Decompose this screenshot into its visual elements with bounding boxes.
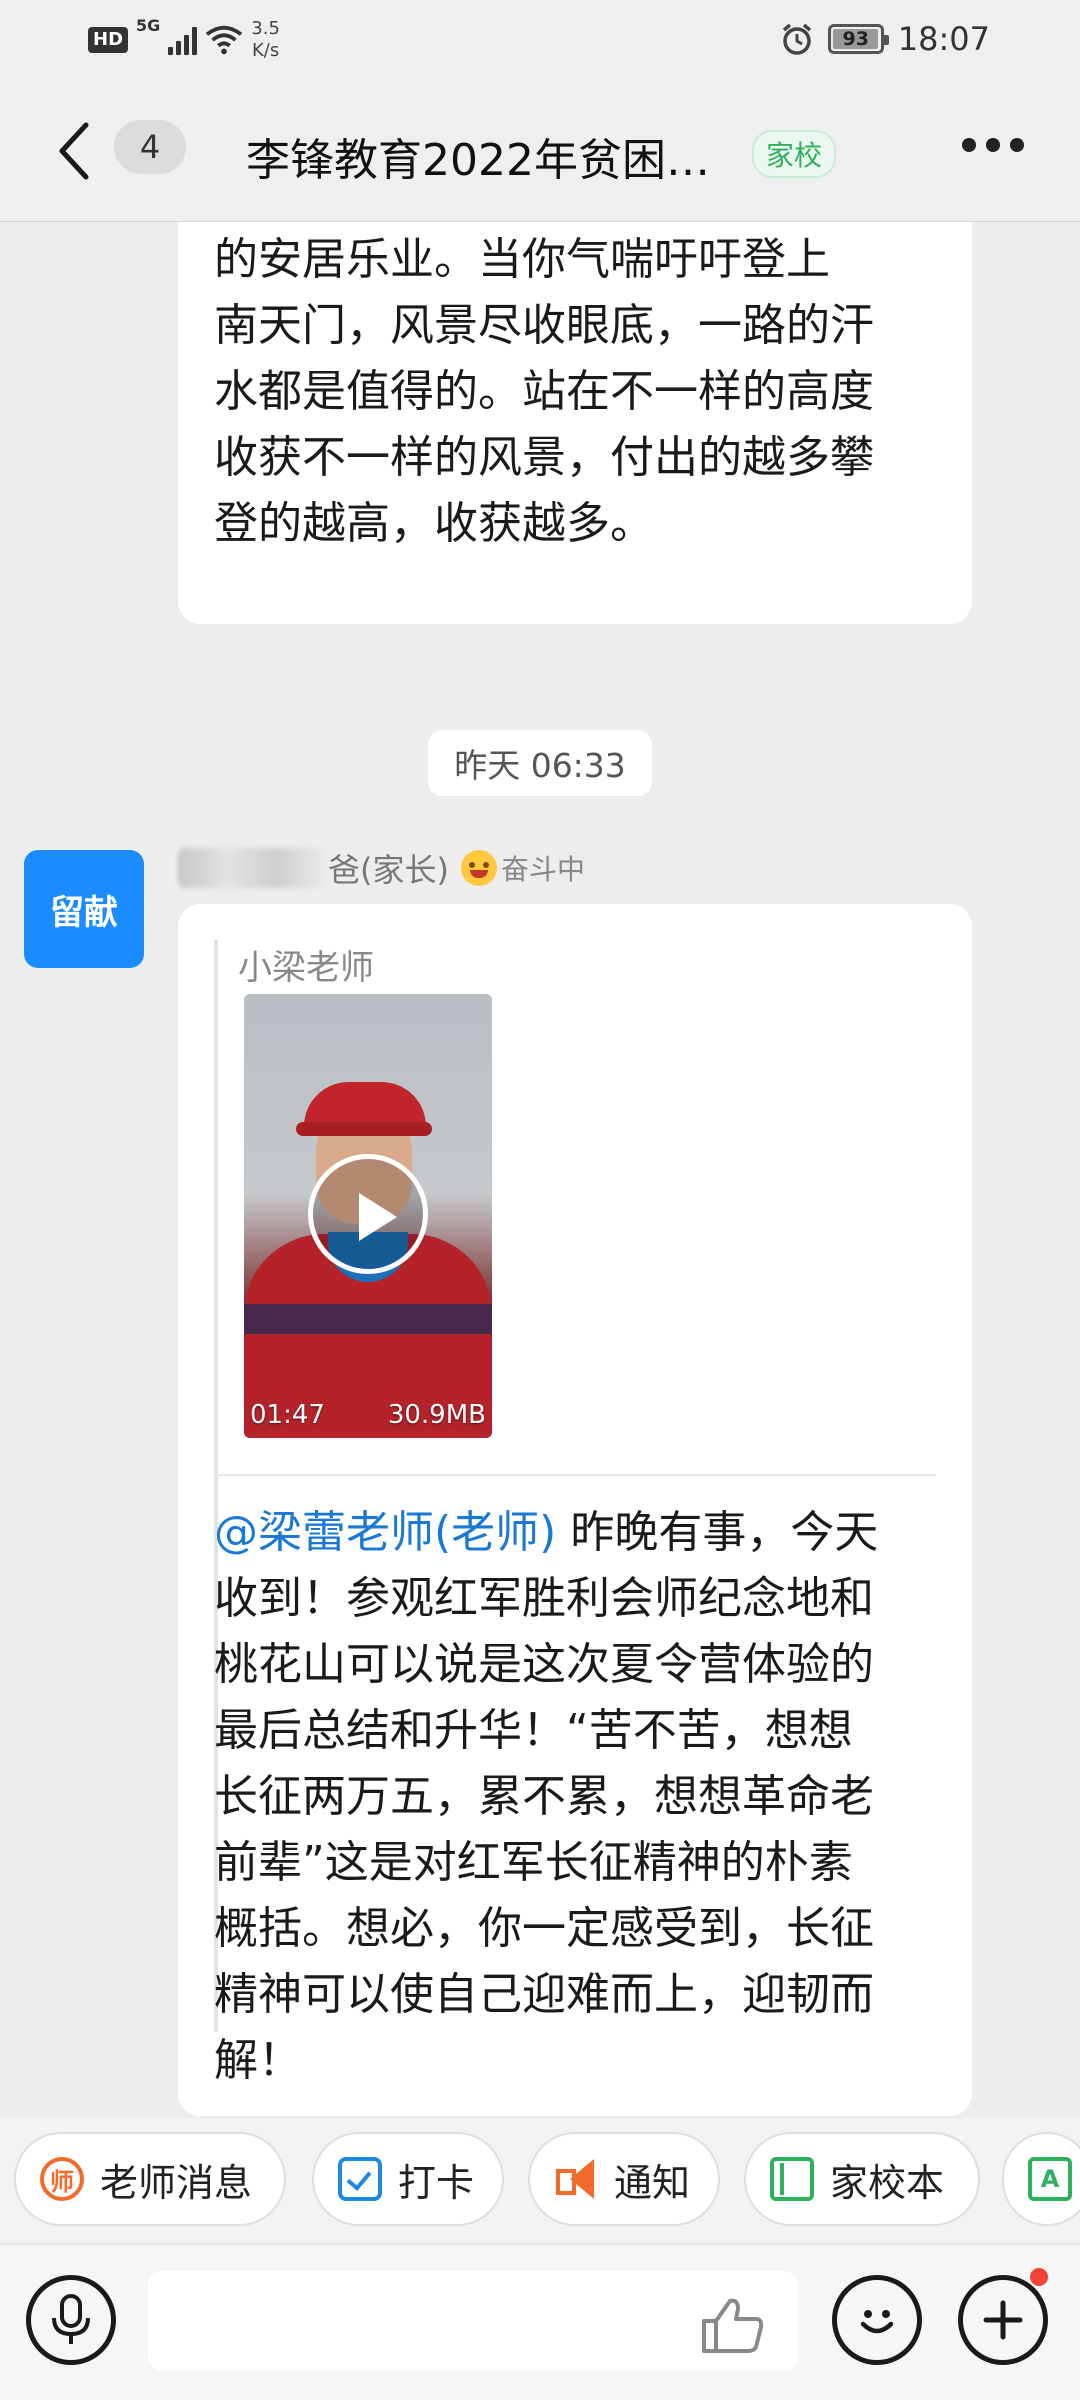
chip-label: 打卡	[398, 2160, 475, 2205]
teacher-messages-button[interactable]: 师 老师消息	[14, 2132, 286, 2226]
video-person-stripe	[244, 1304, 492, 1334]
speed-value: 3.5	[251, 18, 280, 39]
status-right: 93 18:07	[780, 20, 990, 58]
message-text: @梁蕾老师(老师) 昨晚有事，今天 收到！参观红军胜利会师纪念地和 桃花山可以说…	[214, 1500, 944, 2094]
message-bubble-reply[interactable]: 小梁老师 01:47 30.9MB @梁蕾老师(老师) 昨晚有事，今天 收到！参…	[178, 904, 972, 2116]
thumbs-up-icon[interactable]	[700, 2295, 766, 2355]
sender-status: 奋斗中	[500, 853, 585, 886]
back-button[interactable]	[48, 118, 98, 184]
more-options-button[interactable]	[962, 138, 1024, 152]
quote-divider	[214, 1474, 936, 1476]
hd-indicator: HD	[88, 27, 129, 53]
video-size: 30.9MB	[387, 1400, 486, 1430]
notebook-icon	[770, 2157, 814, 2201]
blurred-name	[178, 848, 326, 888]
network-type: 5G	[136, 16, 161, 35]
quick-actions-bar: 师 老师消息 打卡 通知 家校本 A	[0, 2118, 1080, 2242]
homework-book-button[interactable]: 家校本	[744, 2132, 980, 2226]
wifi-icon	[206, 25, 243, 55]
school-tag: 家校	[752, 130, 837, 178]
voice-button[interactable]	[26, 2275, 116, 2365]
dot-icon	[962, 138, 976, 152]
input-bar	[0, 2244, 1080, 2400]
video-duration: 01:47	[250, 1400, 325, 1430]
quote-author: 小梁老师	[238, 948, 374, 988]
dot-icon	[1010, 138, 1024, 152]
ai-text-button[interactable]: A	[1002, 2132, 1080, 2226]
message-bubble-previous[interactable]: 劳，抛头颅撒热血，才有后人今天 的安居乐业。当你气喘吁吁登上 南天门，风景尽收眼…	[178, 180, 972, 624]
notification-dot	[1030, 2268, 1048, 2286]
network-speed: 3.5 K/s	[251, 18, 280, 62]
chip-label: 家校本	[830, 2160, 945, 2205]
message-body: 昨晚有事，今天 收到！参观红军胜利会师纪念地和 桃花山可以说是这次夏令营体验的 …	[214, 1507, 879, 2086]
sender-name: 爸(家长)	[328, 851, 449, 889]
video-thumbnail[interactable]: 01:47 30.9MB	[244, 994, 492, 1438]
grinning-face-icon	[460, 850, 497, 886]
mention-link[interactable]: @梁蕾老师(老师)	[214, 1507, 556, 1558]
message-timestamp: 昨天 06:33	[428, 730, 652, 796]
battery-icon: 93	[827, 24, 889, 54]
message-text: 劳，抛头颅撒热血，才有后人今天 的安居乐业。当你气喘吁吁登上 南天门，风景尽收眼…	[214, 180, 874, 549]
microphone-icon	[52, 2294, 90, 2344]
smiley-icon	[860, 2310, 894, 2334]
megaphone-icon	[554, 2159, 598, 2199]
chip-label: 老师消息	[100, 2160, 253, 2205]
emoji-button[interactable]	[832, 2275, 922, 2365]
status-time: 18:07	[897, 20, 990, 58]
unread-count-badge[interactable]: 4	[114, 120, 186, 174]
sender-name-line: 爸(家长) 奋斗中	[178, 846, 585, 890]
dot-icon	[986, 138, 1000, 152]
notice-button[interactable]: 通知	[528, 2132, 720, 2226]
more-functions-button[interactable]	[958, 2275, 1048, 2365]
chevron-left-icon	[59, 122, 89, 180]
status-left: HD 5G 3.5 K/s	[88, 16, 280, 62]
chip-label: 通知	[614, 2160, 691, 2205]
video-person-cap-brim	[296, 1122, 432, 1136]
checkin-button[interactable]: 打卡	[312, 2132, 504, 2226]
speed-unit: K/s	[251, 40, 280, 61]
alarm-icon	[782, 23, 811, 55]
checkin-icon	[338, 2157, 382, 2201]
chat-header: 4 李锋教育2022年贫困… 家校	[0, 80, 1080, 222]
teacher-icon: 师	[40, 2157, 84, 2201]
battery-level: 93	[842, 28, 869, 50]
signal-icon	[168, 25, 198, 55]
ai-text-icon: A	[1028, 2157, 1072, 2201]
status-bar: HD 5G 3.5 K/s 93 18:07	[0, 0, 1080, 80]
plus-icon	[983, 2300, 1023, 2340]
chat-title[interactable]: 李锋教育2022年贫困…	[246, 124, 710, 188]
avatar[interactable]: 留献	[24, 850, 144, 968]
play-icon[interactable]	[308, 1154, 428, 1274]
